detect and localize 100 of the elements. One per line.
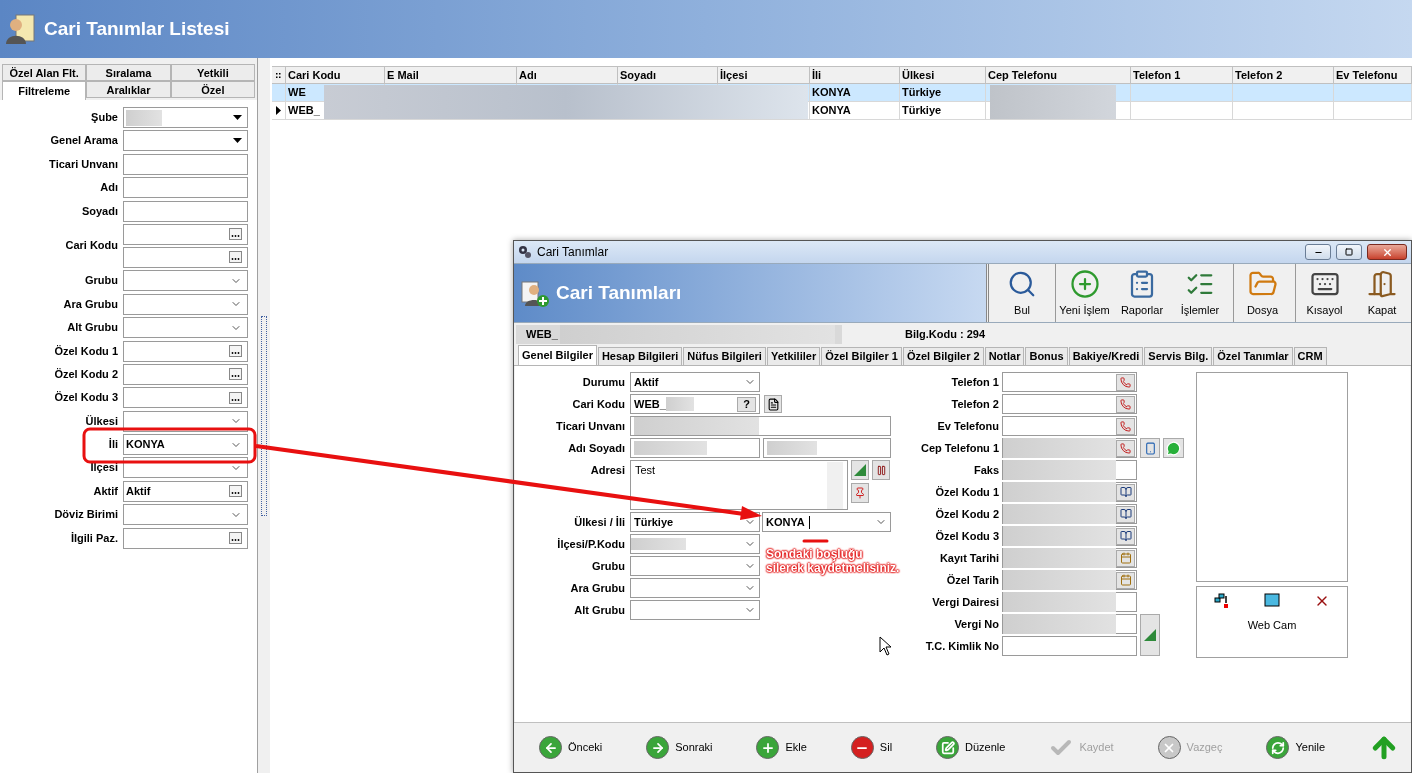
table-row[interactable]: WE KONYA Türkiye (272, 84, 1412, 102)
column-header[interactable]: İlçesi (718, 67, 810, 83)
field-label: Faks (972, 462, 999, 478)
field-label: İlgili Paz. (70, 531, 118, 545)
field-label: Vergi No (953, 616, 999, 632)
delete-button[interactable]: Sil (850, 736, 893, 759)
field-label: Cep Telefonu 1 (919, 440, 999, 456)
tab[interactable]: Aralıklar (86, 81, 171, 98)
field-label: Aktif (93, 484, 118, 498)
field-label: İli (108, 438, 118, 452)
tab[interactable]: Özel Alan Flt. (2, 64, 87, 81)
webcam-label: Web Cam (1247, 618, 1297, 633)
tab[interactable]: Genel Bilgiler (518, 345, 597, 365)
column-header[interactable]: E Mail (385, 67, 517, 83)
field-label: Ülkesi (85, 414, 118, 428)
field-label: Özel Kodu 1 (54, 344, 118, 358)
tab[interactable]: Özel (170, 81, 255, 98)
column-header[interactable]: Soyadı (618, 67, 718, 83)
annotation-note: Sondaki boşluğu silerek kaydetmelisiniz. (766, 547, 901, 575)
next-button[interactable]: Sonraki (646, 736, 713, 759)
table-cell: KONYA (812, 104, 851, 116)
tab[interactable]: Sıralama (86, 64, 171, 81)
column-header[interactable]: Ülkesi (900, 67, 986, 83)
tab[interactable]: Notlar (984, 347, 1025, 365)
table-cell: WE (288, 86, 306, 98)
refresh-button[interactable]: Yenile (1266, 736, 1326, 759)
table-cell: Türkiye (902, 86, 942, 98)
field-value: Test (635, 463, 657, 478)
column-header[interactable]: Adı (517, 67, 618, 83)
toolbar-button[interactable]: Yeni İşlem (1055, 264, 1113, 322)
toolbar-button[interactable]: Raporlar (1113, 264, 1171, 322)
column-header[interactable]: Cep Telefonu (986, 67, 1131, 83)
tab[interactable]: Bonus (1025, 347, 1068, 365)
tab[interactable]: CRM (1293, 347, 1327, 365)
toolbar-button[interactable]: İşlemler (1171, 264, 1229, 322)
field-label: Özel Kodu 3 (54, 391, 118, 405)
table-row[interactable]: WEB_ KONYA Türkiye (272, 102, 1412, 120)
tab[interactable]: Servis Bilg. (1144, 347, 1213, 365)
field-label: Özel Kodu 2 (934, 506, 999, 522)
field-label: Grubu (85, 274, 118, 288)
column-header[interactable]: İli (810, 67, 900, 83)
toolbar-button[interactable]: Kapat (1353, 264, 1411, 322)
table-cell: KONYA (812, 86, 851, 98)
edit-button[interactable]: Düzenle (936, 736, 1006, 759)
dropdown-field[interactable]: KONYA (123, 434, 248, 456)
field-label: Ülkesi / İli (573, 514, 625, 530)
dropdown-field[interactable]: Aktif (630, 372, 760, 392)
dialog-title: Cari Tanımlar (537, 244, 609, 261)
column-header[interactable]: Cari Kodu (286, 67, 385, 83)
toolbar-button[interactable]: Dosya (1233, 264, 1291, 322)
tab[interactable]: Özel Bilgiler 2 (902, 347, 984, 365)
field-label: Telefon 1 (950, 374, 999, 390)
toolbar-button[interactable]: Bul (993, 264, 1051, 322)
tab[interactable]: Bakiye/Kredi (1068, 347, 1144, 365)
toolbar-button[interactable]: Kısayol (1295, 264, 1353, 322)
field-label: Şube (91, 111, 118, 124)
app-title: Cari Tanımlar Listesi (44, 16, 230, 41)
field-label: Özel Kodu 1 (934, 484, 999, 500)
dropdown-field[interactable]: KONYA (762, 512, 891, 532)
text-area[interactable]: Test (630, 460, 848, 510)
tab[interactable]: Hesap Bilgileri (597, 347, 683, 365)
help-button[interactable]: ? (737, 396, 756, 412)
field-label: Adı (100, 181, 118, 195)
field-label: Soyadı (81, 204, 118, 218)
tab[interactable]: Yetkililer (766, 347, 821, 365)
field-label: Alt Grubu (573, 602, 625, 618)
tab[interactable]: Yetkili (170, 64, 255, 81)
column-header[interactable]: Ev Telefonu (1334, 67, 1412, 83)
field-label: Özel Tarih (945, 572, 999, 588)
record-code: WEB_ (526, 326, 558, 342)
field-label: Alt Grubu (67, 321, 118, 335)
dropdown-field[interactable]: Türkiye (630, 512, 760, 532)
column-header[interactable]: Telefon 1 (1131, 67, 1233, 83)
field-label: Ticari Unvanı (555, 418, 625, 434)
field-value: KONYA (126, 437, 165, 453)
info-text: Bilg.Kodu : 294 (905, 326, 986, 342)
tab[interactable]: Özel Bilgiler 1 (821, 347, 902, 365)
input-field[interactable]: WEB_ ? (630, 394, 760, 414)
field-label: Döviz Birimi (54, 508, 118, 522)
field-label: T.C. Kimlik No (924, 638, 999, 654)
field-value: Aktif (634, 374, 659, 390)
tab[interactable]: Nüfus Bilgileri (683, 347, 766, 365)
tab[interactable]: Filtreleme (2, 81, 87, 100)
field-label: Durumu (581, 374, 625, 390)
field-label: Adresi (589, 463, 625, 478)
table-cell: Türkiye (902, 104, 942, 116)
tab[interactable]: Özel Tanımlar (1213, 347, 1293, 365)
column-header[interactable]: Telefon 2 (1233, 67, 1334, 83)
previous-button[interactable]: Önceki (539, 736, 603, 759)
field-label: Kayıt Tarihi (938, 550, 999, 566)
add-button[interactable]: Ekle (756, 736, 807, 759)
field-value: Aktif (126, 484, 151, 500)
field-label: Telefon 2 (950, 396, 999, 412)
lookup-field[interactable]: Aktif (123, 480, 248, 502)
field-label: İlçesi (90, 461, 118, 475)
banner-title: Cari Tanımları (556, 280, 682, 305)
field-label: Ara Grubu (569, 580, 625, 596)
field-label: Adı Soyadı (567, 440, 625, 456)
field-label: Ticari Unvanı (49, 157, 118, 171)
field-label: Genel Arama (50, 134, 118, 148)
